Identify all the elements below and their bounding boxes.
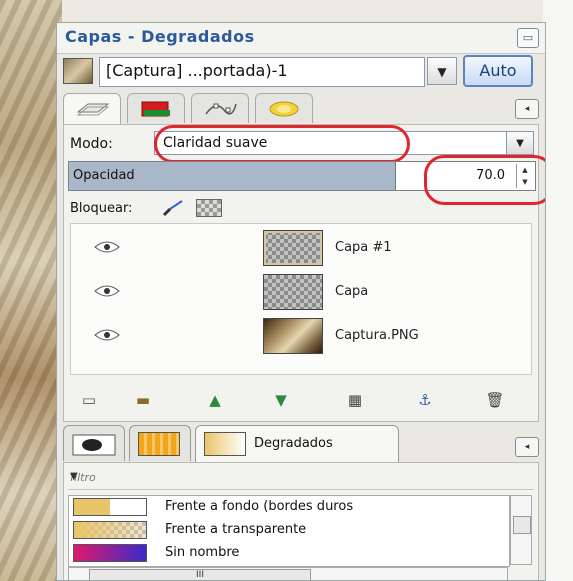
layer-row[interactable]: Capa bbox=[71, 272, 531, 312]
layers-dock: Capas - Degradados ▭ [Captura] ...portad… bbox=[56, 22, 546, 581]
gradient-filter[interactable]: filtro ▼ bbox=[68, 469, 534, 490]
duplicate-layer-icon[interactable]: ▦ bbox=[340, 389, 370, 411]
dock-title: Capas - Degradados bbox=[65, 27, 255, 46]
layer-name: Captura.PNG bbox=[335, 328, 419, 343]
gradient-list-vscroll[interactable] bbox=[510, 495, 532, 565]
gradient-name: Sin nombre bbox=[165, 545, 240, 560]
tab-layers[interactable] bbox=[63, 93, 121, 125]
gradient-row[interactable]: Frente a fondo (bordes duros bbox=[69, 496, 509, 518]
vscroll-thumb[interactable] bbox=[513, 516, 531, 534]
layers-panel: Modo: Claridad suave ▼ Opacidad 70.0 ▲ ▼ … bbox=[63, 124, 545, 422]
mode-chevron-down-icon[interactable]: ▼ bbox=[506, 131, 534, 155]
gradients-panel: filtro ▼ Frente a fondo (bordes duros Fr… bbox=[63, 462, 539, 580]
highlight-oval-mode bbox=[154, 125, 410, 163]
lock-pixels-brush-icon[interactable] bbox=[162, 199, 184, 217]
gradient-list-hscroll[interactable]: III bbox=[68, 567, 508, 580]
new-layer-icon[interactable]: ▭ bbox=[74, 389, 104, 411]
gradient-row[interactable]: Sin nombre bbox=[69, 542, 509, 564]
layer-thumbnail bbox=[263, 274, 323, 310]
tab-patterns[interactable] bbox=[129, 425, 191, 461]
layer-thumbnail bbox=[263, 318, 323, 354]
lock-label: Bloquear: bbox=[70, 201, 133, 216]
image-selector-value: [Captura] ...portada)-1 bbox=[106, 61, 288, 80]
gradient-preview bbox=[73, 521, 147, 539]
tab-undo-history[interactable] bbox=[255, 93, 313, 123]
image-selector-row: [Captura] ...portada)-1 ▼ Auto bbox=[63, 55, 539, 89]
gradient-name: Frente a fondo (bordes duros bbox=[165, 499, 354, 514]
gradient-name: Frente a transparente bbox=[165, 522, 307, 537]
new-group-folder-icon[interactable]: ▬ bbox=[128, 389, 158, 411]
hscroll-thumb[interactable]: III bbox=[89, 569, 311, 580]
layers-list: Capa #1 Capa Captura.PNG bbox=[70, 223, 532, 375]
dock-tabs: ◂ bbox=[63, 93, 539, 125]
gradient-list: Frente a fondo (bordes duros Frente a tr… bbox=[68, 495, 510, 567]
tab-menu-button[interactable]: ◂ bbox=[515, 99, 539, 119]
mode-label: Modo: bbox=[70, 136, 113, 152]
history-icon bbox=[269, 101, 299, 117]
gradient-swatch bbox=[204, 432, 246, 456]
layer-row[interactable]: Captura.PNG bbox=[71, 316, 531, 356]
highlight-oval-opacity bbox=[424, 155, 545, 205]
channels-icon bbox=[141, 101, 170, 117]
image-selector[interactable]: [Captura] ...portada)-1 bbox=[99, 57, 425, 87]
filter-chevron-down-icon[interactable]: ▼ bbox=[70, 471, 530, 482]
layer-name: Capa bbox=[335, 284, 369, 299]
auto-button[interactable]: Auto bbox=[463, 55, 533, 87]
layer-name: Capa #1 bbox=[335, 240, 392, 255]
visibility-eye-icon[interactable] bbox=[93, 328, 121, 342]
lock-alpha-checker-icon[interactable] bbox=[196, 199, 222, 217]
visibility-eye-icon[interactable] bbox=[93, 240, 121, 254]
image-thumbnail bbox=[63, 58, 93, 84]
visibility-eye-icon[interactable] bbox=[93, 284, 121, 298]
opacity-label: Opacidad bbox=[73, 168, 135, 183]
brush-icon bbox=[72, 434, 116, 456]
dock-close-button[interactable]: ▭ bbox=[517, 28, 539, 48]
gradient-row[interactable]: Frente a transparente bbox=[69, 519, 509, 541]
gradient-preview bbox=[73, 544, 147, 562]
layer-thumbnail bbox=[263, 230, 323, 266]
image-selector-chevron-down-icon[interactable]: ▼ bbox=[427, 57, 457, 85]
gradient-preview bbox=[73, 498, 147, 516]
tab-gradients[interactable]: Degradados bbox=[195, 425, 399, 463]
raise-layer-icon[interactable]: ▲ bbox=[200, 389, 230, 411]
background-canvas-edge bbox=[543, 0, 573, 581]
gradients-tab-label: Degradados bbox=[254, 436, 333, 451]
dock-titlebar: Capas - Degradados ▭ bbox=[57, 23, 545, 54]
layer-actions-bar: ▭ ▬ ▲ ▼ ▦ ⚓ 🗑 bbox=[70, 389, 532, 413]
tab-channels[interactable] bbox=[127, 93, 185, 123]
tab-brushes[interactable] bbox=[63, 425, 125, 461]
layers-icon bbox=[76, 103, 110, 116]
tab-paths[interactable] bbox=[191, 93, 249, 123]
paths-icon bbox=[205, 103, 237, 115]
lower-dock-tabs: Degradados ◂ bbox=[63, 425, 539, 463]
gradients-menu-button[interactable]: ◂ bbox=[515, 437, 539, 457]
lower-layer-icon[interactable]: ▼ bbox=[266, 389, 296, 411]
delete-layer-trash-icon[interactable]: 🗑 bbox=[480, 389, 510, 411]
pattern-swatch bbox=[138, 432, 180, 456]
layer-row[interactable]: Capa #1 bbox=[71, 228, 531, 268]
anchor-layer-icon[interactable]: ⚓ bbox=[410, 389, 440, 411]
background-image bbox=[0, 0, 62, 581]
